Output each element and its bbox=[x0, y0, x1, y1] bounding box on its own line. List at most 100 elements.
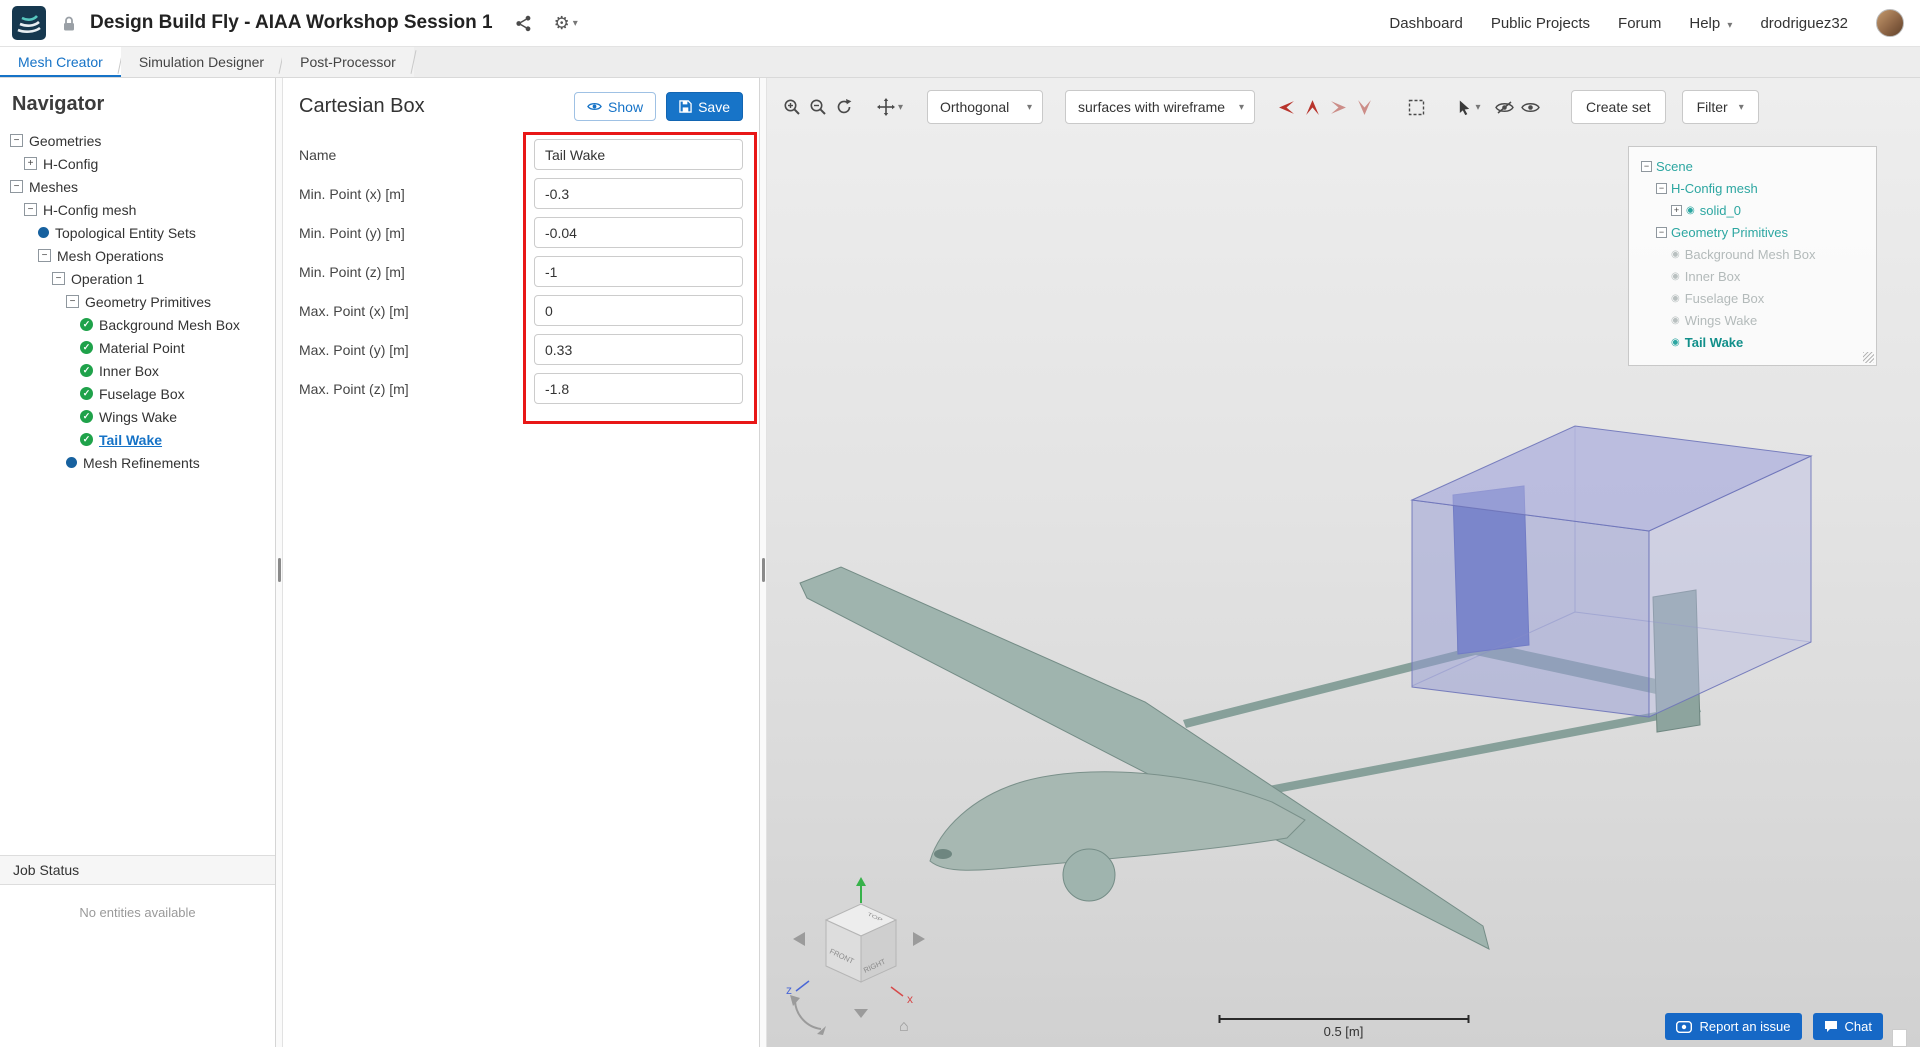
filter-button[interactable]: Filter ▾ bbox=[1681, 90, 1759, 124]
min-point-z-m-input[interactable] bbox=[534, 256, 743, 287]
nav-username[interactable]: drodriguez32 bbox=[1760, 15, 1848, 32]
rotate-view-right-arrow[interactable] bbox=[913, 932, 925, 946]
max-point-y-m-input[interactable] bbox=[534, 334, 743, 365]
projection-select[interactable]: Orthogonal ▾ bbox=[927, 90, 1043, 124]
scene-item-scene[interactable]: − Scene bbox=[1635, 155, 1870, 177]
navigator-item-mesh-refinements[interactable]: Mesh Refinements bbox=[0, 451, 275, 474]
job-status-header[interactable]: Job Status bbox=[0, 855, 275, 885]
visibility-icon[interactable]: ◉ bbox=[1671, 249, 1680, 260]
tab-simulation-designer[interactable]: Simulation Designer bbox=[120, 47, 283, 77]
scene-item-h-config-mesh[interactable]: − H-Config mesh bbox=[1635, 177, 1870, 199]
rotate-view-left-arrow[interactable] bbox=[793, 932, 805, 946]
field-label-max-point-z-m: Max. Point (z) [m] bbox=[299, 380, 409, 397]
max-point-x-m-input[interactable] bbox=[534, 295, 743, 326]
navigator-item-geometries[interactable]: − Geometries bbox=[0, 129, 275, 152]
home-view-icon[interactable]: ⌂ bbox=[899, 1018, 909, 1035]
collapse-icon[interactable]: − bbox=[1656, 226, 1667, 238]
navigator-item-operation-1[interactable]: − Operation 1 bbox=[0, 267, 275, 290]
collapse-icon[interactable]: − bbox=[1641, 160, 1652, 172]
visibility-icon[interactable]: ◉ bbox=[1686, 205, 1695, 216]
check-icon: ✓ bbox=[80, 318, 93, 331]
pan-tool-icon[interactable]: ▾ bbox=[871, 94, 909, 120]
user-avatar[interactable] bbox=[1876, 9, 1904, 37]
resize-handle[interactable] bbox=[1863, 352, 1874, 363]
min-point-y-m-input[interactable] bbox=[534, 217, 743, 248]
navigator-item-geometry-primitives[interactable]: − Geometry Primitives bbox=[0, 290, 275, 313]
nav-dashboard[interactable]: Dashboard bbox=[1389, 15, 1462, 32]
min-point-x-m-input[interactable] bbox=[534, 178, 743, 209]
chat-button[interactable]: Chat bbox=[1812, 1013, 1883, 1040]
collapse-icon[interactable]: − bbox=[38, 249, 51, 262]
navigator-item-tail-wake[interactable]: ✓ Tail Wake bbox=[0, 428, 275, 451]
tree-item-label: Material Point bbox=[99, 339, 185, 356]
roll-view-arrow[interactable] bbox=[794, 1000, 822, 1030]
nav-public-projects[interactable]: Public Projects bbox=[1491, 15, 1590, 32]
zoom-out-icon[interactable] bbox=[805, 94, 831, 120]
name-input[interactable] bbox=[534, 139, 743, 170]
scene-item-label: Geometry Primitives bbox=[1671, 224, 1789, 240]
tab-post-processor[interactable]: Post-Processor bbox=[282, 47, 414, 77]
project-settings-gear-icon[interactable]: ⚙ ▾ bbox=[554, 13, 578, 34]
viewport-3d: ▾ Orthogonal▾ surfaces with wireframe▾ bbox=[767, 78, 1920, 1047]
scene-item-solid-0[interactable]: + ◉ solid_0 bbox=[1635, 199, 1870, 221]
navigator-item-h-config-mesh[interactable]: − H-Config mesh bbox=[0, 198, 275, 221]
navigator-item-wings-wake[interactable]: ✓ Wings Wake bbox=[0, 405, 275, 428]
splitter-grip[interactable] bbox=[762, 558, 765, 582]
collapse-icon[interactable]: − bbox=[52, 272, 65, 285]
navigator-item-inner-box[interactable]: ✓ Inner Box bbox=[0, 359, 275, 382]
rotate-view-down-arrow[interactable] bbox=[854, 1009, 868, 1018]
nav-forum[interactable]: Forum bbox=[1618, 15, 1661, 32]
scene-item-inner-box[interactable]: ◉ Inner Box bbox=[1635, 265, 1870, 287]
select-tool-icon[interactable]: ▾ bbox=[1451, 94, 1487, 120]
box-select-icon[interactable] bbox=[1403, 94, 1429, 120]
workflow-tabbar: Mesh Creator Simulation Designer Post-Proc… bbox=[0, 47, 1920, 78]
view-preset-plane-icon[interactable] bbox=[1273, 94, 1299, 120]
show-button[interactable]: Show bbox=[574, 92, 657, 121]
visibility-icon[interactable]: ◉ bbox=[1671, 271, 1680, 282]
collapse-icon[interactable]: − bbox=[24, 203, 37, 216]
visibility-icon[interactable]: ◉ bbox=[1671, 337, 1680, 348]
scene-item-wings-wake[interactable]: ◉ Wings Wake bbox=[1635, 309, 1870, 331]
collapse-icon[interactable]: − bbox=[10, 180, 23, 193]
navigator-item-meshes[interactable]: − Meshes bbox=[0, 175, 275, 198]
scene-item-background-mesh-box[interactable]: ◉ Background Mesh Box bbox=[1635, 243, 1870, 265]
navigator-item-mesh-operations[interactable]: − Mesh Operations bbox=[0, 244, 275, 267]
navigator-item-h-config[interactable]: + H-Config bbox=[0, 152, 275, 175]
view-preset-plane-icon[interactable] bbox=[1325, 94, 1351, 120]
view-cube[interactable]: TOP FRONT RIGHT bbox=[824, 903, 898, 983]
report-issue-button[interactable]: Report an issue bbox=[1665, 1013, 1802, 1040]
scene-item-tail-wake[interactable]: ◉ Tail Wake bbox=[1635, 331, 1870, 353]
navigator-item-fuselage-box[interactable]: ✓ Fuselage Box bbox=[0, 382, 275, 405]
panel-splitter[interactable] bbox=[760, 78, 767, 1047]
create-set-button[interactable]: Create set bbox=[1571, 90, 1666, 124]
scene-item-fuselage-box[interactable]: ◉ Fuselage Box bbox=[1635, 287, 1870, 309]
collapse-icon[interactable]: − bbox=[10, 134, 23, 147]
aircraft-gear-pod bbox=[1062, 848, 1116, 902]
render-mode-select[interactable]: surfaces with wireframe ▾ bbox=[1065, 90, 1255, 124]
visibility-icon[interactable]: ◉ bbox=[1671, 315, 1680, 326]
max-point-z-m-input[interactable] bbox=[534, 373, 743, 404]
hide-selection-icon[interactable] bbox=[1491, 94, 1517, 120]
view-preset-plane-icon[interactable] bbox=[1351, 94, 1377, 120]
visibility-icon[interactable]: ◉ bbox=[1671, 293, 1680, 304]
expand-icon[interactable]: + bbox=[24, 157, 37, 170]
zoom-in-icon[interactable] bbox=[779, 94, 805, 120]
app-logo-icon[interactable] bbox=[12, 6, 46, 40]
navigator-splitter[interactable] bbox=[276, 78, 283, 1047]
show-all-icon[interactable] bbox=[1517, 94, 1543, 120]
share-icon[interactable] bbox=[515, 15, 532, 32]
collapse-icon[interactable]: − bbox=[66, 295, 79, 308]
tree-item-label: Operation 1 bbox=[71, 270, 145, 287]
navigator-item-background-mesh-box[interactable]: ✓ Background Mesh Box bbox=[0, 313, 275, 336]
nav-help[interactable]: Help ▾ bbox=[1689, 15, 1732, 32]
tab-mesh-creator[interactable]: Mesh Creator bbox=[0, 47, 121, 77]
view-preset-plane-icon[interactable] bbox=[1299, 94, 1325, 120]
expand-icon[interactable]: + bbox=[1671, 204, 1682, 216]
splitter-grip[interactable] bbox=[278, 558, 281, 582]
collapse-icon[interactable]: − bbox=[1656, 182, 1667, 194]
reset-view-icon[interactable] bbox=[831, 94, 857, 120]
navigator-item-topological-entity-sets[interactable]: Topological Entity Sets bbox=[0, 221, 275, 244]
save-button[interactable]: Save bbox=[666, 92, 743, 121]
navigator-item-material-point[interactable]: ✓ Material Point bbox=[0, 336, 275, 359]
scene-item-geometry-primitives[interactable]: − Geometry Primitives bbox=[1635, 221, 1870, 243]
